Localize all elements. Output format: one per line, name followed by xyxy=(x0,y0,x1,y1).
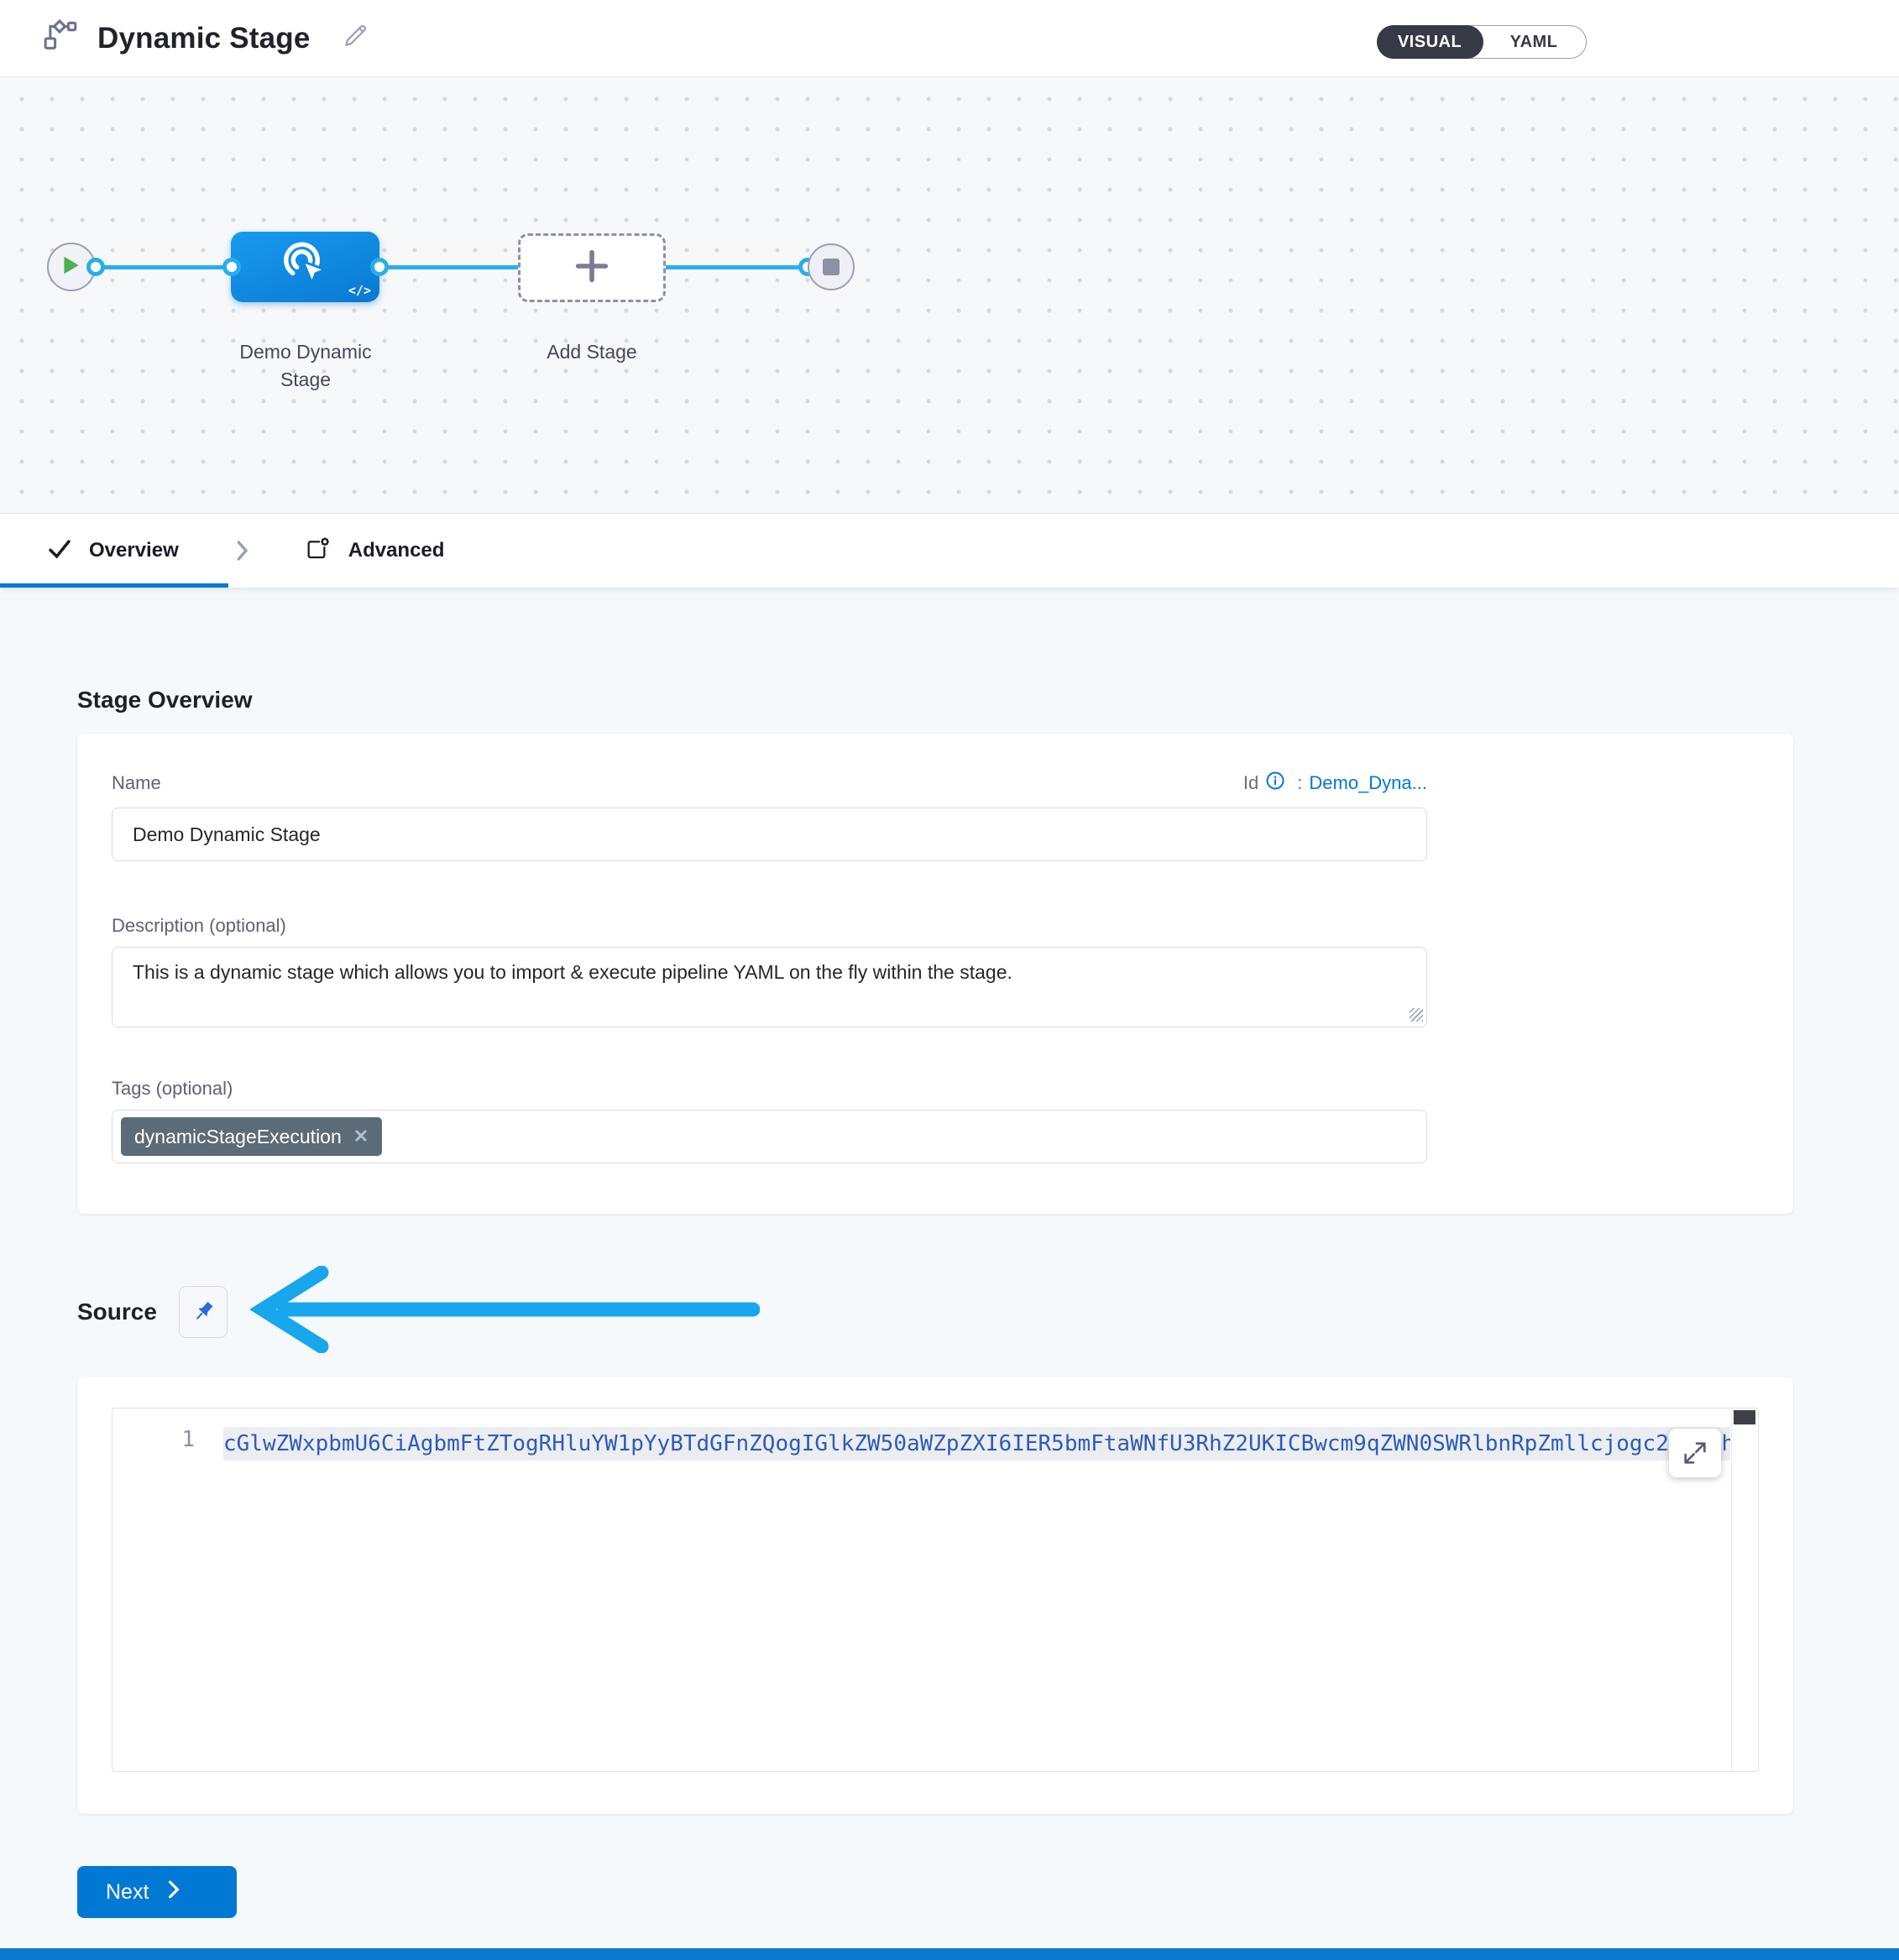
chevron-right-icon xyxy=(165,1879,182,1905)
description-textarea[interactable]: This is a dynamic stage which allows you… xyxy=(112,947,1427,1027)
editor-scrollbar[interactable] xyxy=(1731,1409,1758,1771)
advanced-gear-icon xyxy=(305,536,332,567)
add-stage-node[interactable] xyxy=(518,233,666,302)
annotation-arrow-left xyxy=(246,1266,760,1357)
add-stage-label: Add Stage xyxy=(500,338,684,366)
page-title: Dynamic Stage xyxy=(97,22,311,55)
source-card: 1 cGlwZWxpbmU6CiAgbmFtZTogRHluYW1pYyBTdG… xyxy=(77,1377,1793,1814)
pin-button[interactable] xyxy=(179,1286,228,1338)
port-stage-out xyxy=(370,258,389,276)
active-tab-underline xyxy=(0,583,228,588)
yaml-source-editor[interactable]: 1 cGlwZWxpbmU6CiAgbmFtZTogRHluYW1pYyBTdG… xyxy=(112,1408,1759,1772)
tag-chip-label: dynamicStageExecution xyxy=(134,1126,342,1148)
tab-advanced-label: Advanced xyxy=(348,539,445,562)
tab-overview-label: Overview xyxy=(89,539,179,562)
dynamic-stage-icon xyxy=(275,235,336,300)
source-heading: Source xyxy=(77,1299,157,1325)
stage-overview-panel: Stage Overview Name Id : Demo_Dyna... De… xyxy=(0,588,1899,1948)
visual-yaml-toggle[interactable]: VISUAL YAML xyxy=(1377,25,1587,59)
toggle-visual[interactable]: VISUAL xyxy=(1377,25,1483,59)
tag-chip: dynamicStageExecution ✕ xyxy=(121,1117,382,1156)
code-glyph: </> xyxy=(348,283,371,298)
check-icon xyxy=(47,536,72,566)
tab-overview[interactable]: Overview xyxy=(47,536,179,566)
id-label: Id xyxy=(1243,772,1258,794)
name-input[interactable] xyxy=(112,808,1427,861)
tags-input[interactable]: dynamicStageExecution ✕ xyxy=(112,1110,1427,1163)
bottom-accent-bar xyxy=(0,1948,1899,1960)
tag-remove-icon[interactable]: ✕ xyxy=(353,1126,369,1147)
chevron-right-icon xyxy=(231,538,253,563)
id-value-link[interactable]: Demo_Dyna... xyxy=(1309,772,1427,794)
next-button[interactable]: Next xyxy=(77,1866,237,1918)
page-header: Dynamic Stage VISUAL YAML xyxy=(0,0,1899,77)
play-icon xyxy=(62,255,81,280)
editor-scroll-thumb[interactable] xyxy=(1734,1410,1755,1424)
port-start xyxy=(86,258,105,276)
expand-editor-button[interactable] xyxy=(1669,1429,1721,1477)
info-icon[interactable] xyxy=(1265,771,1285,796)
next-button-label: Next xyxy=(106,1880,149,1905)
tags-label: Tags (optional) xyxy=(112,1078,1759,1100)
toggle-yaml[interactable]: YAML xyxy=(1481,25,1588,59)
code-line[interactable]: cGlwZWxpbmU6CiAgbmFtZTogRHluYW1pYyBTdGFn… xyxy=(223,1427,1730,1461)
stage-node-demo-dynamic-stage[interactable]: </> xyxy=(231,232,379,302)
edge-add-to-end xyxy=(666,265,808,269)
port-stage-in xyxy=(222,258,241,276)
stage-tabbar: Overview Advanced xyxy=(0,514,1899,588)
edge-stage-to-add xyxy=(379,265,518,269)
stage-overview-card: Name Id : Demo_Dyna... Description (opti… xyxy=(77,734,1793,1214)
edit-pencil-icon[interactable] xyxy=(341,22,369,55)
pipeline-canvas[interactable]: </> Demo Dynamic Stage Add Stage xyxy=(0,77,1899,514)
name-label: Name xyxy=(112,772,161,794)
line-number: 1 xyxy=(112,1427,223,1461)
id-colon: : xyxy=(1297,772,1302,794)
description-label: Description (optional) xyxy=(112,915,1759,937)
pipeline-stage-icon xyxy=(40,17,79,60)
edge-start-to-stage xyxy=(96,265,232,269)
stop-icon xyxy=(823,259,840,275)
plus-icon xyxy=(568,243,615,294)
stage-node-label: Demo Dynamic Stage xyxy=(213,338,398,394)
stage-overview-heading: Stage Overview xyxy=(77,588,1793,713)
pipeline-end-node xyxy=(808,243,855,290)
tab-advanced[interactable]: Advanced xyxy=(305,536,445,567)
